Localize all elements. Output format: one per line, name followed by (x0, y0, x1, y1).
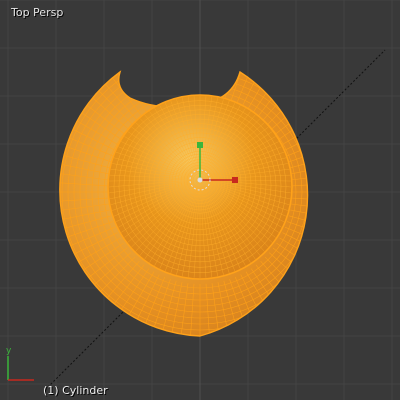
inner-bowl[interactable] (107, 94, 293, 280)
view-label: Top Persp (11, 6, 64, 19)
3d-viewport[interactable]: y Top Persp (1) Cylinder (0, 0, 400, 400)
axis-y-label: y (6, 346, 12, 356)
axes-gizmo: y (6, 346, 34, 381)
origin-dot-icon (197, 177, 203, 183)
active-object-label: (1) Cylinder (43, 384, 108, 397)
viewport-canvas[interactable]: y (0, 0, 400, 400)
